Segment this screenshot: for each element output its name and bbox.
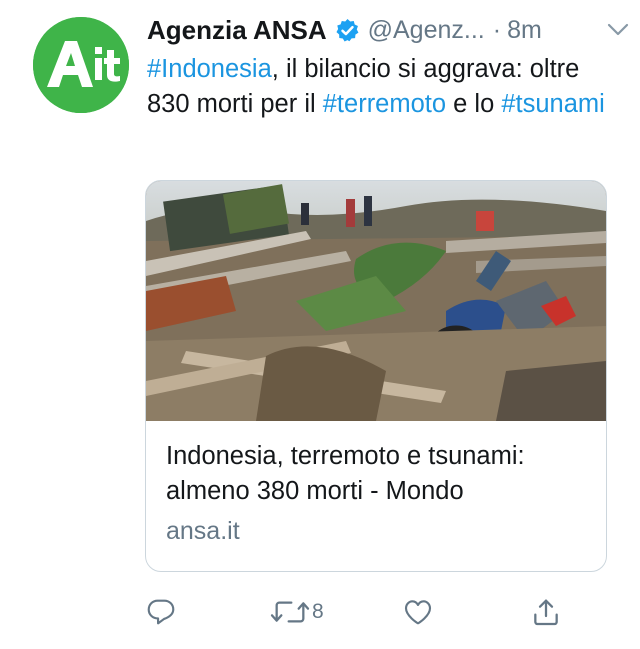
avatar[interactable] bbox=[33, 17, 129, 113]
verified-badge-icon bbox=[335, 18, 360, 43]
tweet-text-segment: e lo bbox=[446, 90, 502, 118]
separator-dot: · bbox=[492, 15, 502, 44]
card-title[interactable]: Indonesia, terremoto e tsunami: almeno 3… bbox=[166, 439, 592, 509]
hashtag-indonesia[interactable]: #Indonesia bbox=[147, 55, 272, 83]
share-icon bbox=[534, 599, 558, 626]
tweet-actions: 8 bbox=[145, 594, 590, 630]
heart-icon bbox=[404, 600, 432, 625]
like-button[interactable] bbox=[401, 594, 435, 630]
ansa-logo bbox=[33, 17, 129, 113]
reply-button[interactable] bbox=[145, 594, 177, 630]
reply-icon bbox=[147, 599, 175, 625]
card-domain[interactable]: ansa.it bbox=[166, 517, 592, 546]
author-name[interactable]: Agenzia ANSA bbox=[147, 15, 327, 46]
timestamp[interactable]: 8m bbox=[507, 16, 542, 45]
hashtag-tsunami[interactable]: #tsunami bbox=[501, 90, 604, 118]
card-body: Indonesia, terremoto e tsunami: almeno 3… bbox=[166, 439, 592, 546]
tweet-header: Agenzia ANSA @Agenz... · 8m bbox=[147, 12, 620, 48]
hashtag-terremoto[interactable]: #terremoto bbox=[323, 90, 446, 118]
tweet-text: #Indonesia, il bilancio si aggrava: oltr… bbox=[147, 52, 617, 122]
retweet-icon bbox=[270, 601, 310, 623]
share-button[interactable] bbox=[530, 594, 562, 630]
retweet-count: 8 bbox=[312, 600, 324, 623]
link-card[interactable]: Indonesia, terremoto e tsunami: almeno 3… bbox=[145, 180, 607, 572]
chevron-down-icon[interactable] bbox=[606, 20, 630, 40]
retweet-button[interactable]: 8 bbox=[270, 594, 324, 630]
author-handle[interactable]: @Agenz... bbox=[368, 16, 485, 45]
card-image bbox=[146, 181, 606, 421]
